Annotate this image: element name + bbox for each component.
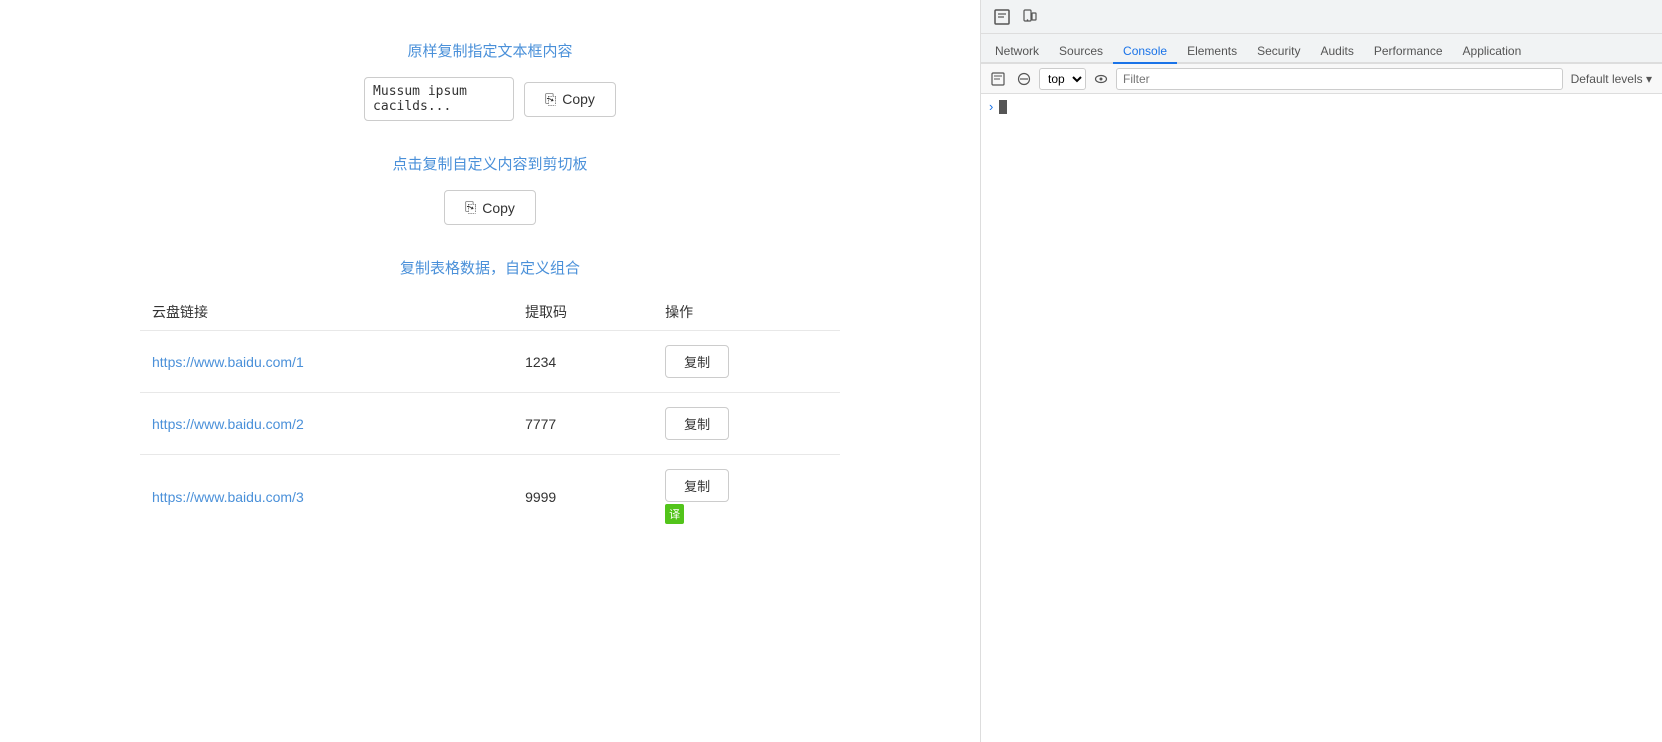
tab-network[interactable]: Network	[985, 40, 1049, 64]
section-copy-textbox: 原样复制指定文本框内容 Mussum ipsum cacilds... ⎘ Co…	[60, 40, 920, 121]
tab-audits[interactable]: Audits	[1310, 40, 1363, 64]
section-table-copy: 复制表格数据，自定义组合 云盘链接 提取码 操作 https://www.bai…	[60, 257, 920, 538]
row2-action: 复制	[653, 393, 840, 455]
section2-copy-button[interactable]: ⎘ Copy	[444, 190, 536, 225]
col-code: 提取码	[513, 294, 653, 331]
main-content: 原样复制指定文本框内容 Mussum ipsum cacilds... ⎘ Co…	[0, 0, 980, 742]
row2-code: 7777	[513, 393, 653, 455]
row2-link: https://www.baidu.com/2	[140, 393, 513, 455]
device-icon-button[interactable]	[1017, 4, 1043, 30]
devtools-toolbar	[981, 0, 1662, 34]
context-select[interactable]: top	[1039, 68, 1086, 90]
tab-elements[interactable]: Elements	[1177, 40, 1247, 64]
section1-title: 原样复制指定文本框内容	[60, 40, 920, 61]
section1-copy-label: Copy	[562, 91, 595, 107]
table-row: https://www.baidu.com/2 7777 复制	[140, 393, 840, 455]
console-cursor	[999, 100, 1007, 114]
tab-sources[interactable]: Sources	[1049, 40, 1113, 64]
row3-copy-button[interactable]: 复制	[665, 469, 729, 502]
row1-action: 复制	[653, 331, 840, 393]
devtools-subtoolbar: top Default levels ▾	[981, 64, 1662, 94]
col-link: 云盘链接	[140, 294, 513, 331]
table-row: https://www.baidu.com/1 1234 复制	[140, 331, 840, 393]
copy-icon: ⎘	[545, 91, 556, 108]
tab-security[interactable]: Security	[1247, 40, 1310, 64]
tab-console[interactable]: Console	[1113, 40, 1177, 64]
row3-code: 9999	[513, 455, 653, 539]
console-clear-icon[interactable]	[1013, 68, 1035, 90]
section2-copy-label: Copy	[482, 200, 515, 216]
filter-input[interactable]	[1116, 68, 1563, 90]
copy-icon-2: ⎘	[465, 199, 476, 216]
row1-code: 1234	[513, 331, 653, 393]
section-custom-copy: 点击复制自定义内容到剪切板 ⎘ Copy	[60, 153, 920, 225]
translate-badge: 译	[665, 504, 684, 524]
cloud-table: 云盘链接 提取码 操作 https://www.baidu.com/1 1234…	[140, 294, 840, 538]
eye-icon[interactable]	[1090, 68, 1112, 90]
table-row: https://www.baidu.com/3 9999 复制 译	[140, 455, 840, 539]
section2-title: 点击复制自定义内容到剪切板	[60, 153, 920, 174]
row1-copy-button[interactable]: 复制	[665, 345, 729, 378]
tab-performance[interactable]: Performance	[1364, 40, 1453, 64]
console-content: ›	[981, 94, 1662, 742]
default-levels-button[interactable]: Default levels ▾	[1567, 72, 1656, 86]
row3-action: 复制 译	[653, 455, 840, 539]
console-inspect-icon[interactable]	[987, 68, 1009, 90]
row1-link: https://www.baidu.com/1	[140, 331, 513, 393]
section1-copy-button[interactable]: ⎘ Copy	[524, 82, 616, 117]
inspect-icon-button[interactable]	[989, 4, 1015, 30]
console-arrow[interactable]: ›	[989, 99, 993, 114]
row3-link: https://www.baidu.com/3	[140, 455, 513, 539]
devtools-tab-bar: Network Sources Console Elements Securit…	[981, 34, 1662, 64]
devtools-panel: Network Sources Console Elements Securit…	[980, 0, 1662, 742]
col-action: 操作	[653, 294, 840, 331]
copy-textarea[interactable]: Mussum ipsum cacilds...	[364, 77, 514, 121]
row2-copy-button[interactable]: 复制	[665, 407, 729, 440]
tab-application[interactable]: Application	[1453, 40, 1532, 64]
section3-title: 复制表格数据，自定义组合	[60, 257, 920, 278]
